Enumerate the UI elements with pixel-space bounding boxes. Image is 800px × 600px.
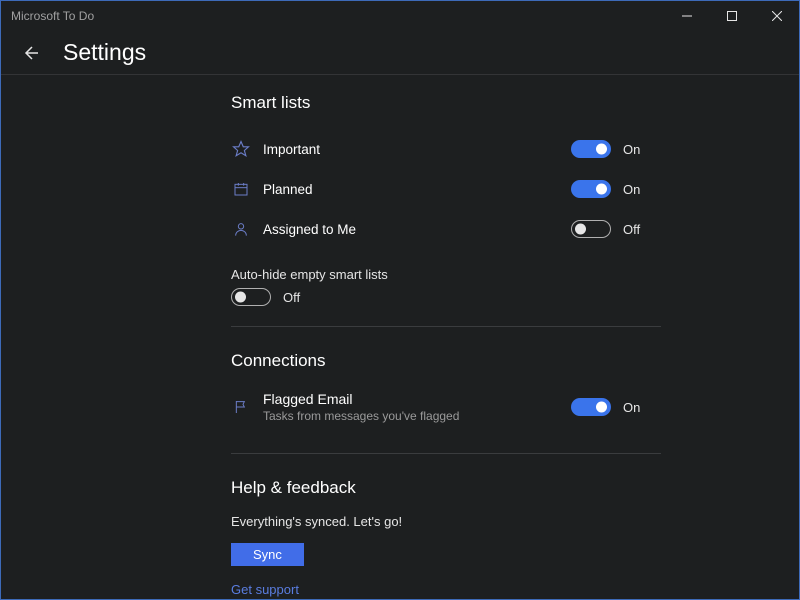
calendar-icon	[231, 179, 251, 199]
section-connections-title: Connections	[231, 351, 661, 371]
smart-list-label: Assigned to Me	[263, 222, 356, 237]
sync-status-text: Everything's synced. Let's go!	[231, 514, 661, 529]
toggle-state-text: On	[623, 182, 640, 197]
assigned-toggle[interactable]	[571, 220, 611, 238]
smart-list-label: Important	[263, 142, 320, 157]
smart-list-label: Planned	[263, 182, 313, 197]
toggle-state-text: On	[623, 142, 640, 157]
section-divider	[231, 453, 661, 454]
star-icon	[231, 139, 251, 159]
toggle-state-text: Off	[623, 222, 640, 237]
minimize-button[interactable]	[664, 1, 709, 31]
settings-scroll-area[interactable]: Smart lists Important On Planned On	[1, 75, 799, 599]
connection-title: Flagged Email	[263, 391, 459, 407]
important-toggle[interactable]	[571, 140, 611, 158]
close-button[interactable]	[754, 1, 799, 31]
page-title: Settings	[63, 39, 146, 66]
connection-subtitle: Tasks from messages you've flagged	[263, 409, 459, 423]
page-header: Settings	[1, 31, 799, 75]
toggle-state-text: On	[623, 400, 640, 415]
autohide-label: Auto-hide empty smart lists	[231, 267, 661, 282]
smart-list-planned-row: Planned On	[231, 169, 661, 209]
maximize-button[interactable]	[709, 1, 754, 31]
person-icon	[231, 219, 251, 239]
window-controls	[664, 1, 799, 31]
planned-toggle[interactable]	[571, 180, 611, 198]
smart-list-important-row: Important On	[231, 129, 661, 169]
section-smart-lists-title: Smart lists	[231, 93, 661, 113]
sync-button[interactable]: Sync	[231, 543, 304, 566]
smart-list-assigned-row: Assigned to Me Off	[231, 209, 661, 249]
section-help-title: Help & feedback	[231, 478, 661, 498]
title-bar: Microsoft To Do	[1, 1, 799, 31]
back-button[interactable]	[19, 42, 41, 64]
toggle-state-text: Off	[283, 290, 300, 305]
autohide-toggle[interactable]	[231, 288, 271, 306]
section-divider	[231, 326, 661, 327]
flagged-email-toggle[interactable]	[571, 398, 611, 416]
get-support-link[interactable]: Get support	[231, 582, 661, 597]
connection-flagged-row: Flagged Email Tasks from messages you've…	[231, 387, 661, 433]
app-title: Microsoft To Do	[11, 9, 94, 23]
flag-icon	[231, 397, 251, 417]
